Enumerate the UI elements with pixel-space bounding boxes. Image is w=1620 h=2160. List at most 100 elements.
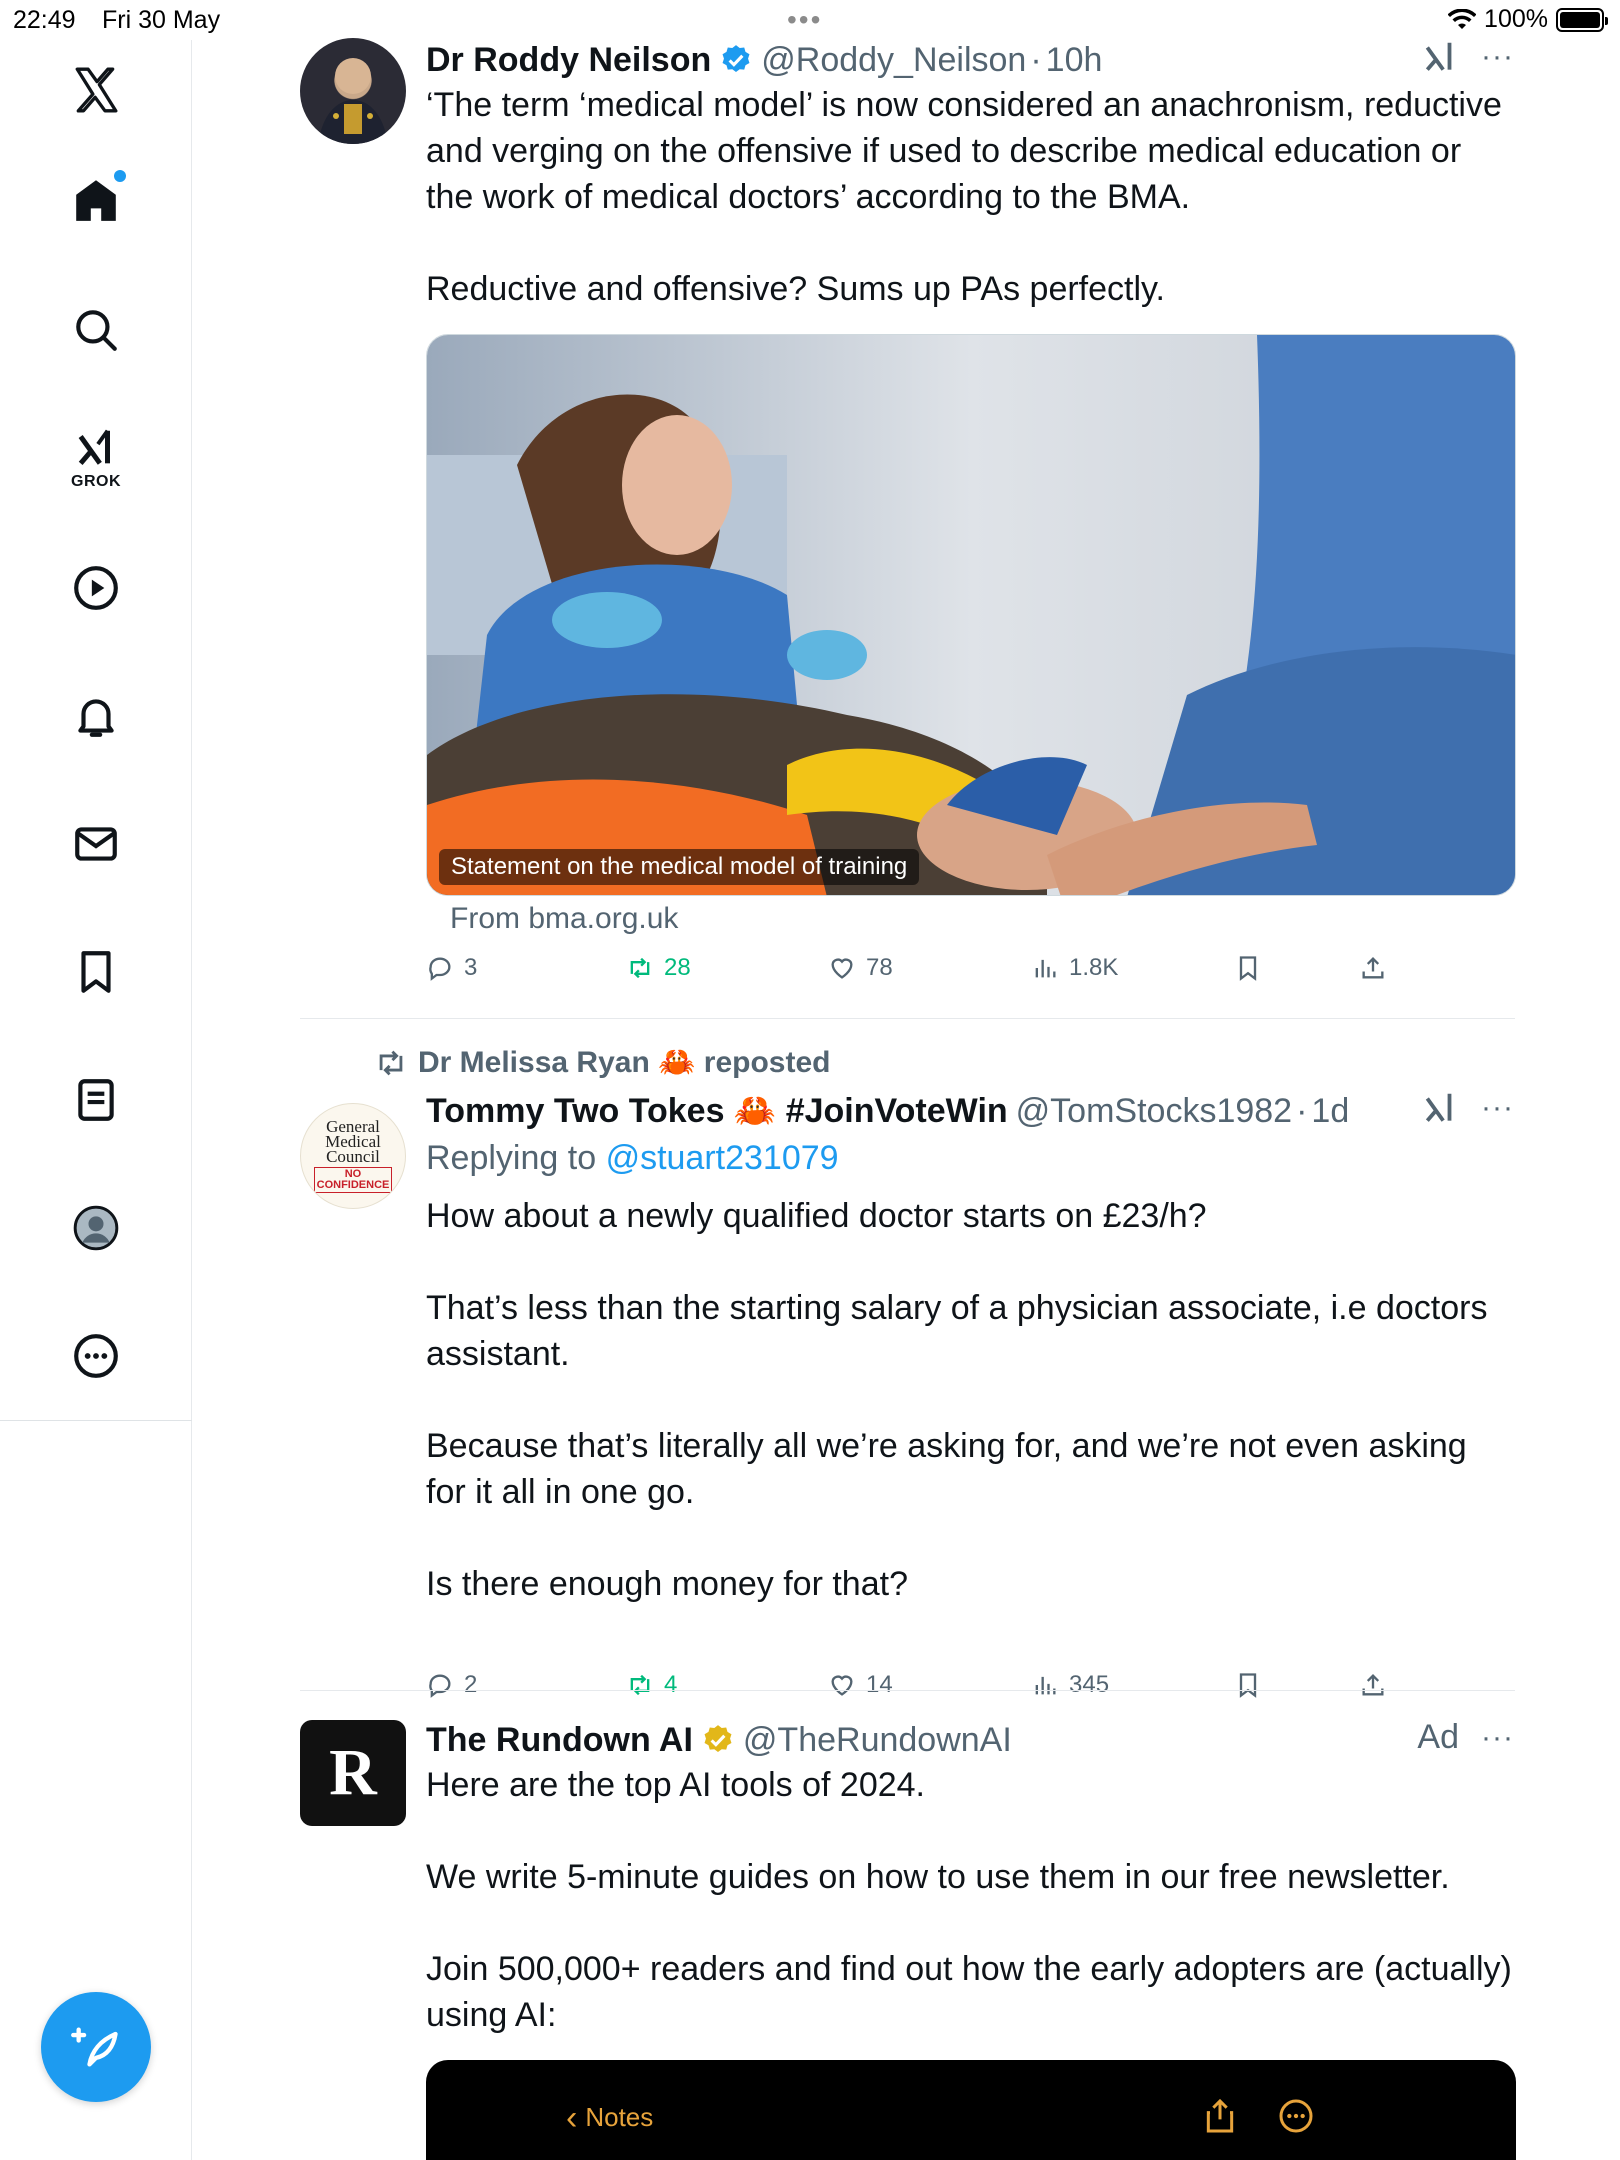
tweet-header-actions: Ad ··· (1417, 1718, 1514, 1757)
tweet-media[interactable]: ‹ Notes (426, 2060, 1516, 2160)
tweet-text: How about a newly qualified doctor start… (426, 1197, 1488, 1603)
replying-to: Replying to @stuart231079 (426, 1139, 839, 1177)
tweet-header: Tommy Two Tokes 🦀 #JoinVoteWin @TomStock… (426, 1091, 1350, 1131)
reply-icon (429, 1674, 451, 1698)
sidebar-item-more[interactable] (46, 1316, 146, 1396)
sidebar-item-profile[interactable] (46, 1188, 146, 1268)
tweet-divider (300, 1018, 1515, 1019)
tweet-header-actions: ··· (1421, 1089, 1514, 1127)
link-card-source[interactable]: From bma.org.uk (450, 902, 678, 936)
tweet-text: Here are the top AI tools of 2024. We wr… (426, 1766, 1512, 2034)
sidebar-item-bookmarks[interactable] (46, 932, 146, 1012)
repost-icon (630, 957, 650, 979)
ad-label: Ad (1417, 1718, 1460, 1756)
home-icon (76, 180, 116, 221)
battery-icon (1556, 7, 1608, 32)
views-icon (1035, 1676, 1056, 1695)
heart-icon (831, 1675, 853, 1696)
verified-gold-badge-icon (704, 1725, 732, 1753)
sidebar-item-messages[interactable] (46, 804, 146, 884)
handle[interactable]: @Roddy_Neilson (761, 41, 1026, 80)
sidebar-item-home[interactable] (46, 160, 146, 240)
timestamp[interactable]: 10h (1046, 41, 1103, 80)
repost-icon (379, 1050, 403, 1075)
wifi-icon (1448, 8, 1477, 29)
reply-button[interactable]: 3 (426, 954, 477, 982)
tweet-actions: 3 28 78 1.8K (426, 954, 1416, 994)
like-button[interactable]: 14 (828, 1671, 893, 1699)
multitasking-dots-icon[interactable]: ••• (787, 4, 822, 36)
display-name[interactable]: Dr Roddy Neilson (426, 41, 711, 80)
avatar-icon (73, 1205, 119, 1251)
reply-button[interactable]: 2 (426, 1671, 477, 1699)
bookmark-icon (81, 951, 111, 993)
display-name[interactable]: Tommy Two Tokes 🦀 #JoinVoteWin (426, 1091, 1008, 1131)
more-options-icon[interactable]: ··· (1481, 40, 1514, 74)
tweet-text: ‘The term ‘medical model’ is now conside… (426, 86, 1502, 308)
sidebar-item-grok[interactable]: GROK (46, 418, 146, 498)
reposted-by[interactable]: Dr Melissa Ryan 🦀 reposted (374, 1045, 831, 1080)
notes-toolbar (1200, 2096, 1316, 2136)
compose-button[interactable] (41, 1992, 151, 2102)
bookmark-icon (1239, 1673, 1257, 1698)
status-date: Fri 30 May (102, 6, 221, 34)
link-card-title: Statement on the medical model of traini… (439, 849, 920, 885)
tweet-header: The Rundown AI @TheRundownAI (426, 1718, 1514, 1762)
mail-icon (75, 827, 117, 861)
status-bar: 22:49 Fri 30 May ••• 100% (0, 0, 1620, 40)
share-button[interactable] (1359, 1671, 1387, 1699)
replying-to-handle[interactable]: @stuart231079 (606, 1139, 839, 1177)
repost-button[interactable]: 4 (626, 1671, 677, 1699)
share-icon (1362, 957, 1384, 979)
chevron-left-icon: ‹ (566, 2098, 578, 2137)
tweet-divider (300, 1690, 1515, 1691)
grok-icon[interactable] (1421, 1089, 1459, 1127)
grok-label: GROK (71, 473, 121, 490)
tweet-header: Dr Roddy Neilson @Roddy_Neilson · 10h (426, 40, 1103, 80)
heart-icon (831, 958, 853, 979)
handle[interactable]: @TomStocks1982 (1016, 1092, 1292, 1131)
bell-icon (78, 699, 114, 737)
tweet-link-card-image[interactable]: Statement on the medical model of traini… (426, 334, 1516, 896)
like-button[interactable]: 78 (828, 954, 893, 982)
tweet-header-actions: ··· (1421, 38, 1514, 76)
timestamp[interactable]: 1d (1311, 1092, 1349, 1131)
verified-badge-icon (722, 45, 750, 73)
sidebar-item-videos[interactable] (46, 548, 146, 628)
share-icon (1206, 2098, 1234, 2133)
status-time: 22:49 (13, 6, 76, 34)
x-logo-icon[interactable] (46, 50, 146, 130)
tweet-actions: 2 4 14 345 (426, 1671, 1416, 1711)
handle[interactable]: @TheRundownAI (743, 1721, 1012, 1760)
views-button[interactable]: 345 (1031, 1671, 1109, 1699)
views-button[interactable]: 1.8K (1031, 954, 1118, 982)
sidebar-item-lists[interactable] (46, 1060, 146, 1140)
grok-icon[interactable] (1421, 38, 1459, 76)
more-circle-icon (1279, 2099, 1313, 2133)
repost-button[interactable]: 28 (626, 954, 691, 982)
more-options-icon[interactable]: ··· (1481, 1091, 1514, 1125)
sidebar-divider (0, 1420, 192, 1421)
play-icon (74, 566, 118, 610)
avatar[interactable] (300, 38, 406, 144)
more-options-icon[interactable]: ··· (1481, 1721, 1514, 1755)
sidebar-item-notifications[interactable] (46, 676, 146, 756)
sidebar-item-search[interactable] (46, 290, 146, 370)
reply-icon (429, 957, 451, 981)
no-confidence-stamp: NO CONFIDENCE (313, 1167, 393, 1193)
bookmark-button[interactable] (1234, 1671, 1262, 1699)
unread-dot (114, 170, 126, 182)
views-icon (1035, 959, 1056, 978)
share-button[interactable] (1359, 954, 1387, 982)
avatar[interactable]: R (300, 1720, 406, 1826)
compose-icon (71, 2027, 118, 2067)
repost-icon (630, 1674, 650, 1696)
search-icon (76, 310, 117, 351)
bookmark-button[interactable] (1234, 954, 1262, 982)
display-name[interactable]: The Rundown AI (426, 1721, 693, 1760)
grok-icon (78, 429, 110, 465)
battery-percent: 100% (1484, 5, 1548, 33)
avatar[interactable]: General Medical Council NO CONFIDENCE (300, 1103, 406, 1209)
bookmark-icon (1239, 956, 1257, 981)
status-right: 100% (1448, 5, 1608, 34)
